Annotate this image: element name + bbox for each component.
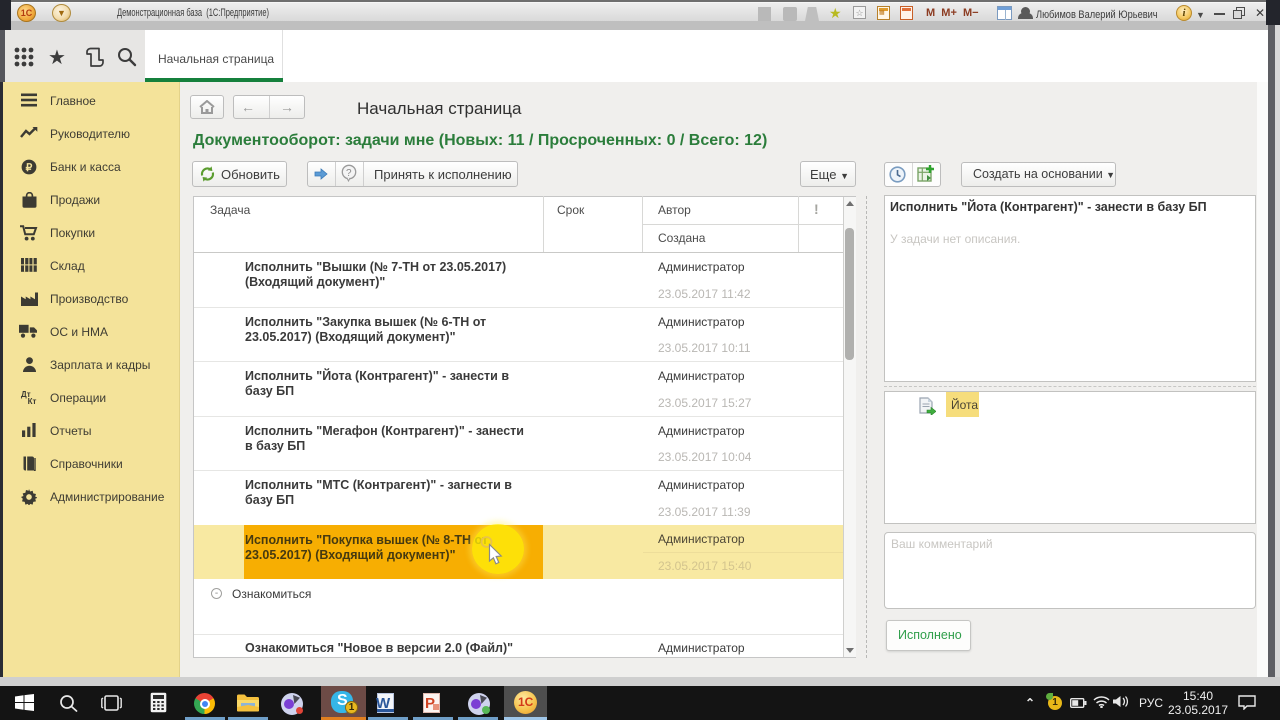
svg-text:₽: ₽ bbox=[26, 162, 33, 174]
svg-text:?: ? bbox=[346, 168, 352, 179]
